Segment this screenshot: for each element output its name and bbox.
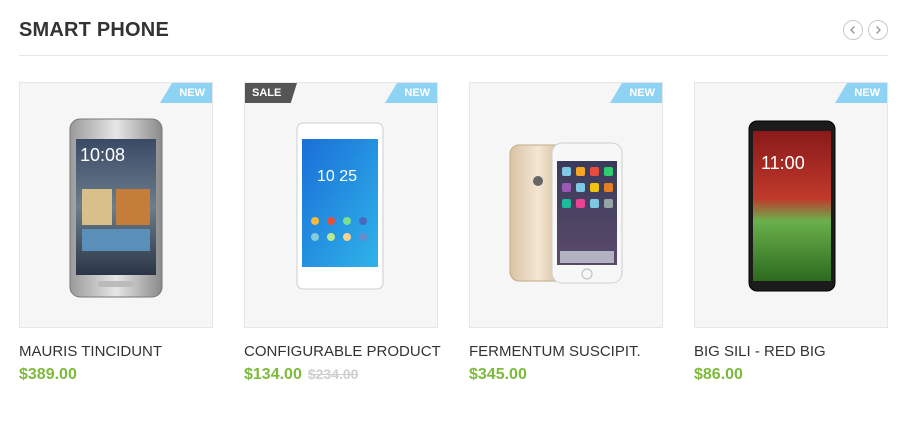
- product-image-link[interactable]: NEW: [469, 82, 663, 328]
- product-price: $134.00: [244, 366, 302, 383]
- product-old-price: $234.00: [307, 366, 359, 382]
- product-card: NEW 10:08 MAURIS TINCIDUNT $389.00: [19, 82, 213, 384]
- product-image: 11:00: [748, 120, 836, 292]
- product-name[interactable]: MAURIS TINCIDUNT: [19, 343, 213, 360]
- chevron-left-icon: [850, 26, 855, 34]
- new-badge: NEW: [835, 83, 887, 103]
- product-image-link[interactable]: NEW 11:00: [694, 82, 888, 328]
- product-card: NEW 11:00 BIG SILI - RED BIG $86.00: [694, 82, 888, 384]
- new-badge: NEW: [610, 83, 662, 103]
- product-name[interactable]: FERMENTUM SUSCIPIT.: [469, 343, 663, 360]
- new-badge: NEW: [385, 83, 437, 103]
- section-divider: [19, 55, 888, 56]
- product-image: [509, 142, 623, 284]
- new-badge: NEW: [160, 83, 212, 103]
- sale-badge: SALE: [245, 83, 297, 103]
- product-card: NEW FERMENTUM SUSCIPIT. $345.00: [469, 82, 663, 384]
- product-name[interactable]: BIG SILI - RED BIG: [694, 343, 888, 360]
- section-title: SMART PHONE: [19, 19, 169, 41]
- product-name[interactable]: CONFIGURABLE PRODUCT: [244, 343, 441, 360]
- carousel-next-button[interactable]: [868, 20, 888, 40]
- phone-clock: 10:08: [80, 145, 125, 165]
- carousel-prev-button[interactable]: [843, 20, 863, 40]
- phone-clock: 10 25: [317, 168, 357, 185]
- product-price: $86.00: [694, 366, 743, 383]
- phone-clock: 11:00: [761, 153, 805, 173]
- product-price: $345.00: [469, 366, 527, 383]
- product-card: SALE NEW 10 25 CONFIGURABLE PRODUCT $134…: [244, 82, 441, 384]
- product-image: 10:08: [69, 118, 163, 298]
- product-image: 10 25: [296, 122, 384, 290]
- chevron-right-icon: [876, 26, 881, 34]
- product-image-link[interactable]: NEW 10:08: [19, 82, 213, 328]
- product-image-link[interactable]: SALE NEW 10 25: [244, 82, 438, 328]
- product-price: $389.00: [19, 366, 77, 383]
